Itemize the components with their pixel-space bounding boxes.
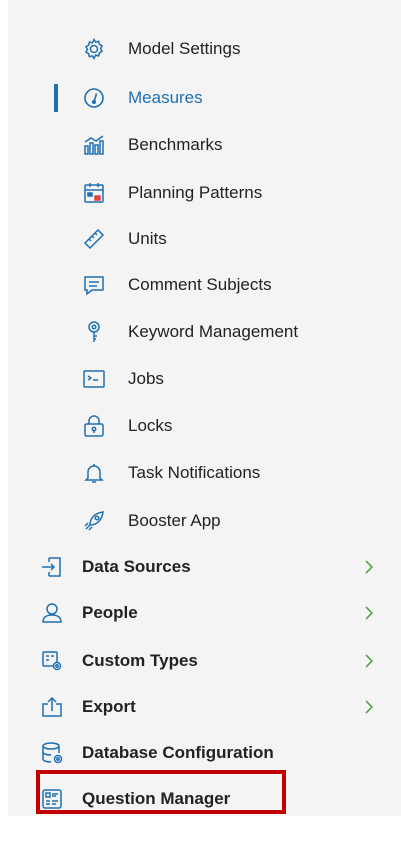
comment-icon — [82, 273, 106, 297]
terminal-icon — [82, 367, 106, 391]
nav-item-units[interactable]: Units — [82, 219, 382, 259]
nav-item-label: Keyword Management — [128, 322, 299, 341]
nav-item-label: Jobs — [128, 369, 164, 388]
nav-item-label: Benchmarks — [128, 135, 223, 154]
nav-item-booster-app[interactable]: Booster App — [82, 501, 382, 541]
nav-item-benchmarks[interactable]: Benchmarks — [82, 125, 382, 165]
nav-item-label: Model Settings — [128, 39, 241, 58]
nav-item-people[interactable]: People — [40, 593, 390, 633]
nav-item-label: Database Configuration — [82, 743, 274, 762]
chevron-right-icon[interactable] — [362, 700, 376, 714]
nav-item-model-settings[interactable]: Model Settings — [82, 29, 382, 69]
highlight-box — [36, 770, 286, 814]
nav-item-task-notifications[interactable]: Task Notifications — [82, 453, 382, 493]
key-icon — [82, 320, 106, 344]
export-icon — [40, 695, 64, 719]
import-icon — [40, 555, 64, 579]
rocket-icon — [82, 509, 106, 533]
benchmark-chart-icon — [82, 133, 106, 157]
nav-item-comment-subjects[interactable]: Comment Subjects — [82, 265, 382, 305]
lock-icon — [82, 414, 106, 438]
chevron-right-icon[interactable] — [362, 560, 376, 574]
active-indicator — [54, 84, 58, 112]
nav-item-custom-types[interactable]: Custom Types — [40, 641, 390, 681]
nav-item-export[interactable]: Export — [40, 687, 390, 727]
nav-item-planning-patterns[interactable]: Planning Patterns — [82, 173, 382, 213]
nav-item-label: Units — [128, 229, 167, 248]
nav-item-label: Booster App — [128, 511, 221, 530]
nav-item-label: Export — [82, 697, 136, 716]
ruler-icon — [82, 227, 106, 251]
person-icon — [40, 601, 64, 625]
nav-item-label: Locks — [128, 416, 173, 435]
nav-item-locks[interactable]: Locks — [82, 406, 382, 446]
nav-item-label: Task Notifications — [128, 463, 261, 482]
database-config-icon — [40, 741, 64, 765]
custom-types-icon — [40, 649, 64, 673]
nav-item-label: Comment Subjects — [128, 275, 272, 294]
nav-item-data-sources[interactable]: Data Sources — [40, 547, 390, 587]
nav-item-database-configuration[interactable]: Database Configuration — [40, 733, 390, 773]
nav-item-keyword-management[interactable]: Keyword Management — [82, 312, 382, 352]
calendar-icon — [82, 181, 106, 205]
nav-item-measures[interactable]: Measures — [82, 78, 382, 118]
gear-icon — [82, 37, 106, 61]
nav-item-label: Planning Patterns — [128, 183, 263, 202]
nav-item-label: People — [82, 603, 138, 622]
nav-item-label: Data Sources — [82, 557, 191, 576]
nav-item-label: Measures — [128, 88, 203, 107]
chevron-right-icon[interactable] — [362, 606, 376, 620]
bell-icon — [82, 461, 106, 485]
chevron-right-icon[interactable] — [362, 654, 376, 668]
nav-item-jobs[interactable]: Jobs — [82, 359, 382, 399]
gauge-icon — [82, 86, 106, 110]
nav-item-label: Custom Types — [82, 651, 198, 670]
